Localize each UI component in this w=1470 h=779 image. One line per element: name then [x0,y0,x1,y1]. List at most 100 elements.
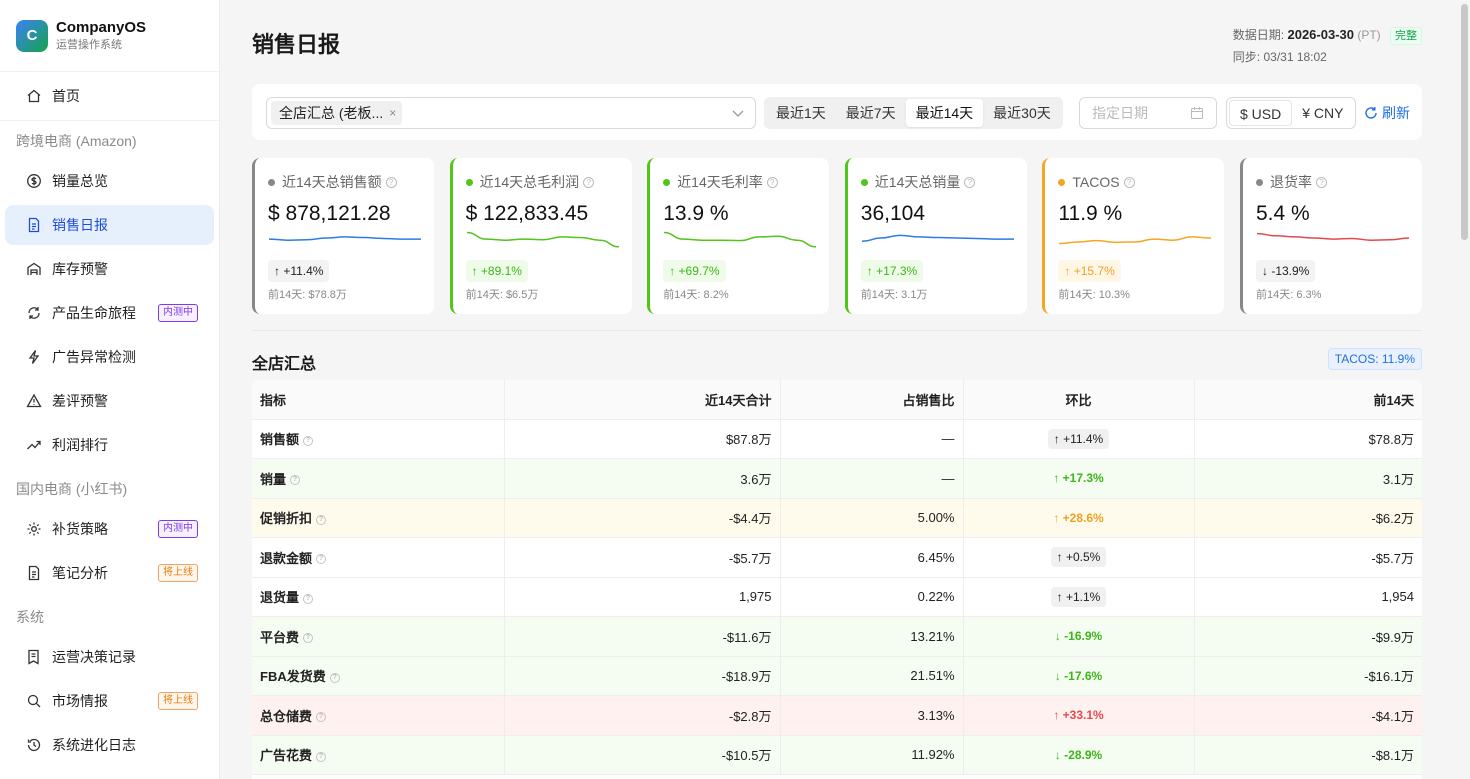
sparkline [466,231,619,248]
data-date-label: 数据日期: [1232,28,1285,42]
help-icon[interactable]: ? [316,751,327,762]
column-header[interactable]: 指标 [252,380,505,420]
sidebar-item-运营决策记录[interactable]: 运营决策记录 [5,637,214,677]
mom-badge: ↓ -17.6% [1054,668,1103,683]
column-header[interactable]: 占销售比 [780,380,964,420]
status-dot [268,178,275,186]
range-option[interactable]: 最近1天 [766,99,836,127]
total-value: -$4.4万 [504,498,781,538]
tacos-badge: TACOS: 11.9% [1327,348,1422,370]
brand-logo[interactable]: C [16,19,48,52]
sidebar: C CompanyOS 运营操作系统 首页 跨境电商 (Amazon) 销量总览 销售… [0,0,220,779]
store-tag-label: 全店汇总 (老板... [279,105,384,121]
help-icon[interactable]: ? [303,435,314,446]
table-row[interactable]: FBA发货费? -$18.9万 21.51% ↓ -17.6% -$16.1万 [252,656,1422,696]
help-icon[interactable]: ? [316,514,327,525]
table-row[interactable]: 退款金额? -$5.7万 6.45% ↑ +0.5% -$5.7万 [252,537,1422,578]
sidebar-item-补货策略[interactable]: 补货策略 内测中 [5,509,214,549]
table-row[interactable]: 总仓储费? -$2.8万 3.13% ↑ +33.1% -$4.1万 [252,695,1422,736]
sidebar-item-label: 利润排行 [52,437,108,453]
kpi-previous: 前14天: 6.3% [1256,289,1322,301]
help-icon[interactable]: ? [1123,176,1135,188]
help-icon[interactable]: ? [385,176,397,188]
sidebar-item-产品生命旅程[interactable]: 产品生命旅程 内测中 [5,293,214,333]
sync-time: 同步: 03/31 18:02 [1232,50,1327,64]
store-select[interactable]: 全店汇总 (老板... × [266,97,756,129]
sidebar-item-销量总览[interactable]: 销量总览 [5,161,214,201]
sidebar-item-利润排行[interactable]: 利润排行 [5,425,214,465]
kpi-card[interactable]: 近14天总毛利润 ? $ 122,833.45 ↑ +89.1% 前14天: $6.… [449,158,632,314]
table-row[interactable]: 平台费? -$11.6万 13.21% ↓ -16.9% -$9.9万 [252,616,1422,657]
sidebar-group-label: 跨境电商 (Amazon) [16,133,137,149]
scrollbar[interactable] [1461,4,1468,240]
range-option[interactable]: 最近7天 [836,99,906,127]
sidebar-item-首页[interactable]: 首页 [5,76,214,116]
currency-option[interactable]: $ USD [1229,100,1293,126]
date-picker[interactable]: 指定日期 [1079,97,1217,129]
column-header[interactable]: 近14天合计 [504,380,781,420]
currency-option[interactable]: ¥ CNY [1292,100,1353,126]
help-icon[interactable]: ? [316,554,327,565]
clock-history-icon [26,737,42,753]
previous-value: -$8.1万 [1194,735,1422,775]
table-row[interactable]: 广告花费? -$10.5万 11.92% ↓ -28.9% -$8.1万 [252,735,1422,775]
mom-change: ↓ -16.9% [963,616,1195,657]
sidebar-item-市场情报[interactable]: 市场情报 将上线 [5,681,214,721]
table-body: 销售额? $87.8万 — ↑ +11.4% $78.8万 销量? 3.6万 — ↑ +17.3… [252,419,1422,775]
help-icon[interactable]: ? [290,475,301,486]
range-option[interactable]: 最近30天 [983,99,1061,127]
table-row[interactable]: 促销折扣? -$4.4万 5.00% ↑ +28.6% -$6.2万 [252,498,1422,538]
search-icon [26,693,42,709]
status-dot [1058,178,1066,186]
range-option[interactable]: 最近14天 [905,99,984,127]
kpi-card[interactable]: 近14天总销售额 ? $ 878,121.28 ↑ +11.4% 前14天: $78… [252,158,434,314]
kpi-title: 近14天总销售额 ? [268,174,422,190]
table-row[interactable]: 销售额? $87.8万 — ↑ +11.4% $78.8万 [252,419,1422,459]
close-icon[interactable]: × [389,101,396,125]
help-icon[interactable]: ? [303,593,314,604]
help-icon[interactable]: ? [329,672,340,683]
column-header[interactable]: 前14天 [1194,380,1422,420]
sidebar-item-库存预警[interactable]: 库存预警 [5,249,214,289]
metric-name: 销售额? [252,419,505,459]
help-icon[interactable]: ? [316,712,327,723]
store-tag: 全店汇总 (老板... × [271,101,403,125]
kpi-card[interactable]: 退货率 ? 5.4 % ↓ -13.9% 前14天: 6.3% [1240,158,1422,314]
sparkline [269,236,421,241]
total-value: -$5.7万 [504,537,781,578]
kpi-previous: 前14天: 10.3% [1058,289,1130,301]
sidebar-item-销售日报[interactable]: 销售日报 [5,205,214,245]
column-header[interactable]: 环比 [963,380,1195,420]
help-icon[interactable]: ? [583,176,595,188]
sparkline [1059,236,1212,245]
help-icon[interactable]: ? [1316,176,1327,188]
lightning-icon [26,349,42,365]
metric-name: 平台费? [252,616,505,657]
kpi-title-text: 近14天毛利率 [677,174,763,190]
kpi-card[interactable]: TACOS ? 11.9 % ↑ +15.7% 前14天: 10.3% [1042,158,1225,314]
chevron-down-icon[interactable] [731,106,745,120]
sidebar-item-系统进化日志[interactable]: 系统进化日志 [5,725,214,765]
status-dot [1256,178,1263,186]
kpi-card[interactable]: 近14天总销量 ? 36,104 ↑ +17.3% 前14天: 3.1万 [844,158,1027,314]
status-badge: 将上线 [158,564,198,582]
sidebar-item-差评预警[interactable]: 差评预警 [5,381,214,421]
sales-ratio: 13.21% [780,616,964,657]
document-icon [26,565,42,581]
kpi-card[interactable]: 近14天毛利率 ? 13.9 % ↑ +69.7% 前14天: 8.2% [647,158,830,314]
status-badge: 将上线 [158,692,198,710]
summary-table: 指标 近14天合计 占销售比 环比 前14天 销售额? $87.8万 — ↑ +11.4% $7… [252,380,1422,779]
help-icon[interactable]: ? [964,176,976,188]
sidebar-item-广告异常检测[interactable]: 广告异常检测 [5,337,214,377]
help-icon[interactable]: ? [766,176,778,188]
status-dot [860,178,868,186]
sidebar-item-label: 运营决策记录 [52,649,136,665]
table-row[interactable]: 退货量? 1,975 0.22% ↑ +1.1% 1,954 [252,577,1422,617]
table-row[interactable]: 销量? 3.6万 — ↑ +17.3% 3.1万 [252,458,1422,499]
main-content: 销售日报 数据日期: 2026-03-30 (PT) 完整 同步: 03/31 … [220,0,1470,779]
help-icon[interactable]: ? [303,633,314,644]
refresh-button[interactable]: 刷新 [1364,97,1410,129]
sidebar-item-笔记分析[interactable]: 笔记分析 将上线 [5,553,214,593]
metric-name: 退货量? [252,577,505,617]
currency-selector: $ USD ¥ CNY [1226,97,1357,129]
